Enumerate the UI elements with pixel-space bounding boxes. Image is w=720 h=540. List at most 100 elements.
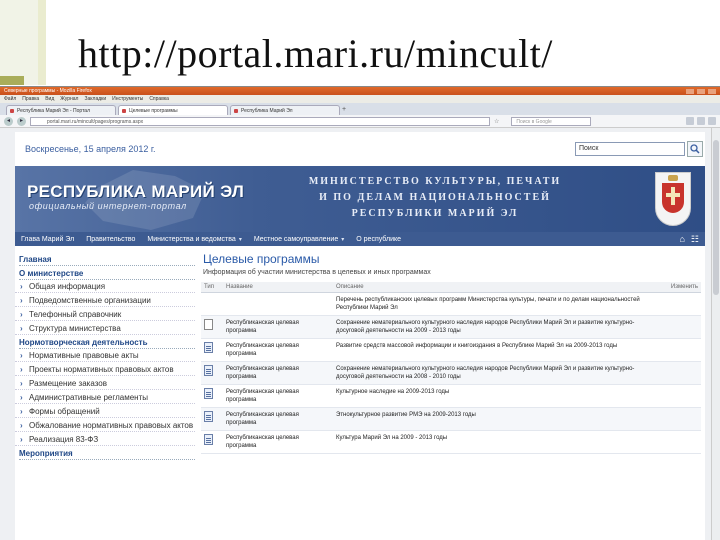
edit-icon[interactable] bbox=[661, 407, 701, 431]
browser-tabs: Республика Марий Эл - Портал Целевые про… bbox=[0, 103, 720, 115]
sidebar-section-events[interactable]: Мероприятия bbox=[19, 449, 195, 460]
sidebar-item-regulations[interactable]: Административные регламенты bbox=[15, 393, 195, 404]
home-icon[interactable]: ⌂ bbox=[679, 234, 684, 245]
sidebar-item-83fz[interactable]: Реализация 83-ФЗ bbox=[15, 435, 195, 446]
sidebar-item-appeal-acts[interactable]: Обжалование нормативных правовых актов bbox=[15, 421, 195, 432]
forward-button[interactable]: ▸ bbox=[17, 116, 26, 126]
page-title: Целевые программы bbox=[203, 252, 320, 266]
new-tab-button[interactable]: + bbox=[342, 105, 352, 115]
edit-icon[interactable] bbox=[661, 338, 701, 362]
menu-file[interactable]: Файл bbox=[4, 96, 16, 102]
sidebar-item-orders[interactable]: Размещение заказов bbox=[15, 379, 195, 390]
row-description[interactable]: Культурное наследие на 2009-2013 годы bbox=[333, 384, 661, 408]
page-subtitle: Информация об участии министерства в цел… bbox=[203, 269, 431, 276]
sidebar-item-appeal-forms[interactable]: Формы обращений bbox=[15, 407, 195, 418]
sidebar-home[interactable]: Главная bbox=[19, 255, 195, 266]
minimize-icon[interactable] bbox=[686, 88, 694, 94]
edit-icon[interactable] bbox=[661, 430, 701, 454]
downloads-icon[interactable] bbox=[697, 117, 705, 125]
browser-tab-3[interactable]: Республика Марий Эл bbox=[230, 105, 340, 115]
ministry-line: МИНИСТЕРСТВО КУЛЬТУРЫ, ПЕЧАТИ bbox=[308, 176, 562, 187]
edit-icon[interactable] bbox=[661, 315, 701, 339]
back-button[interactable]: ◂ bbox=[4, 116, 13, 126]
sidebar-item-structure[interactable]: Структура министерства bbox=[15, 324, 195, 335]
edit-icon[interactable] bbox=[661, 361, 701, 385]
sitemap-icon[interactable]: ☷ bbox=[691, 234, 699, 245]
menu-bookmarks[interactable]: Закладки bbox=[84, 96, 106, 102]
browser-tab-1[interactable]: Республика Марий Эл - Портал bbox=[6, 105, 116, 115]
nav-local-government[interactable]: Местное самоуправление ▾ bbox=[254, 236, 344, 243]
nav-about-republic[interactable]: О республике bbox=[356, 236, 401, 243]
sidebar-item-legal-acts[interactable]: Нормативные правовые акты bbox=[15, 351, 195, 362]
web-page: Воскресенье, 15 апреля 2012 г. Поиск РЕС… bbox=[15, 132, 705, 540]
vertical-scrollbar[interactable] bbox=[711, 128, 720, 540]
column-header-type[interactable]: Тип bbox=[201, 282, 223, 293]
word-document-icon[interactable] bbox=[204, 388, 213, 399]
browser-window: Северные программы - Mozilla Firefox Фай… bbox=[0, 86, 720, 540]
word-document-icon[interactable] bbox=[204, 365, 213, 376]
table-row[interactable]: Республиканская целевая программа Этноку… bbox=[201, 407, 701, 431]
dropdown-icon: ▾ bbox=[238, 236, 242, 243]
scrollbar-thumb[interactable] bbox=[713, 140, 719, 295]
word-document-icon[interactable] bbox=[204, 342, 213, 353]
sidebar-item-draft-acts[interactable]: Проекты нормативных правовых актов bbox=[15, 365, 195, 376]
row-description[interactable]: Сохранение нематериального культурного н… bbox=[333, 315, 661, 339]
browser-menubar: Файл Правка Вид Журнал Закладки Инструме… bbox=[0, 95, 720, 103]
web-search-input[interactable]: Поиск в Google bbox=[511, 116, 592, 126]
window-title: Северные программы - Mozilla Firefox bbox=[4, 88, 92, 94]
page-viewport: Воскресенье, 15 апреля 2012 г. Поиск РЕС… bbox=[0, 128, 720, 540]
row-name: Республиканская целевая программа bbox=[223, 361, 333, 385]
column-header-description[interactable]: Описание bbox=[333, 282, 661, 293]
table-row[interactable]: Республиканская целевая программа Культу… bbox=[201, 384, 701, 408]
column-header-name[interactable]: Название bbox=[223, 282, 333, 293]
menu-edit[interactable]: Правка bbox=[22, 96, 39, 102]
menu-tools[interactable]: Инструменты bbox=[112, 96, 143, 102]
maximize-icon[interactable] bbox=[697, 88, 705, 94]
site-banner: РЕСПУБЛИКА МАРИЙ ЭЛ официальный интернет… bbox=[15, 166, 705, 232]
ministry-line: И ПО ДЕЛАМ НАЦИОНАЛЬНОСТЕЙ bbox=[319, 192, 551, 203]
browser-titlebar: Северные программы - Mozilla Firefox bbox=[0, 87, 720, 95]
row-description[interactable]: Культура Марий Эл на 2009 - 2013 годы bbox=[333, 430, 661, 454]
sidebar-section-normative[interactable]: Нормотворческая деятельность bbox=[19, 338, 195, 349]
menu-history[interactable]: Журнал bbox=[60, 96, 78, 102]
document-icon[interactable] bbox=[204, 319, 213, 330]
coat-of-arms-icon bbox=[655, 172, 691, 226]
ministry-name: МИНИСТЕРСТВО КУЛЬТУРЫ, ПЕЧАТИ И ПО ДЕЛАМ… bbox=[285, 174, 585, 222]
site-search-input[interactable]: Поиск bbox=[575, 142, 685, 156]
slide-decoration bbox=[0, 0, 46, 85]
menu-help[interactable]: Справка bbox=[149, 96, 169, 102]
edit-icon[interactable] bbox=[661, 292, 701, 316]
search-icon bbox=[690, 144, 700, 154]
close-icon[interactable] bbox=[708, 88, 716, 94]
main-nav: Глава Марий Эл Правительство Министерств… bbox=[15, 232, 705, 246]
row-name: Республиканская целевая программа bbox=[223, 338, 333, 362]
edit-icon[interactable] bbox=[661, 384, 701, 408]
column-header-edit[interactable]: Изменить bbox=[661, 282, 701, 293]
banner-subtitle: официальный интернет-портал bbox=[29, 201, 187, 211]
menu-view[interactable]: Вид bbox=[45, 96, 54, 102]
table-row[interactable]: Перечень республиканских целевых програм… bbox=[201, 292, 701, 316]
row-description[interactable]: Сохранение нематериального культурного н… bbox=[333, 361, 661, 385]
table-row[interactable]: Республиканская целевая программа Культу… bbox=[201, 430, 701, 454]
site-search-button[interactable] bbox=[687, 141, 703, 157]
nav-head[interactable]: Глава Марий Эл bbox=[21, 236, 74, 243]
word-document-icon[interactable] bbox=[204, 411, 213, 422]
table-row[interactable]: Республиканская целевая программа Развит… bbox=[201, 338, 701, 362]
row-description[interactable]: Развитие средств массовой информации и к… bbox=[333, 338, 661, 362]
row-description[interactable]: Перечень республиканских целевых програм… bbox=[333, 292, 661, 316]
sidebar-item-subordinate-orgs[interactable]: Подведомственные организации bbox=[15, 296, 195, 307]
browser-tab-2[interactable]: Целевые программы bbox=[118, 105, 228, 115]
nav-government[interactable]: Правительство bbox=[86, 236, 135, 243]
sidebar-item-phone-directory[interactable]: Телефонный справочник bbox=[15, 310, 195, 321]
word-document-icon[interactable] bbox=[204, 434, 213, 445]
row-description[interactable]: Этнокультурное развитие РМЭ на 2009-2013… bbox=[333, 407, 661, 431]
addons-icon[interactable] bbox=[708, 117, 716, 125]
table-row[interactable]: Республиканская целевая программа Сохран… bbox=[201, 315, 701, 339]
home-icon[interactable] bbox=[686, 117, 694, 125]
url-input[interactable]: portal.mari.ru/mincult/pages/programs.as… bbox=[30, 116, 490, 126]
table-row[interactable]: Республиканская целевая программа Сохран… bbox=[201, 361, 701, 385]
bookmark-star-icon[interactable]: ☆ bbox=[494, 118, 499, 125]
sidebar-section-about[interactable]: О министерстве bbox=[19, 269, 195, 280]
nav-ministries[interactable]: Министерства и ведомства ▾ bbox=[147, 236, 241, 243]
sidebar-item-general-info[interactable]: Общая информация bbox=[15, 282, 195, 293]
